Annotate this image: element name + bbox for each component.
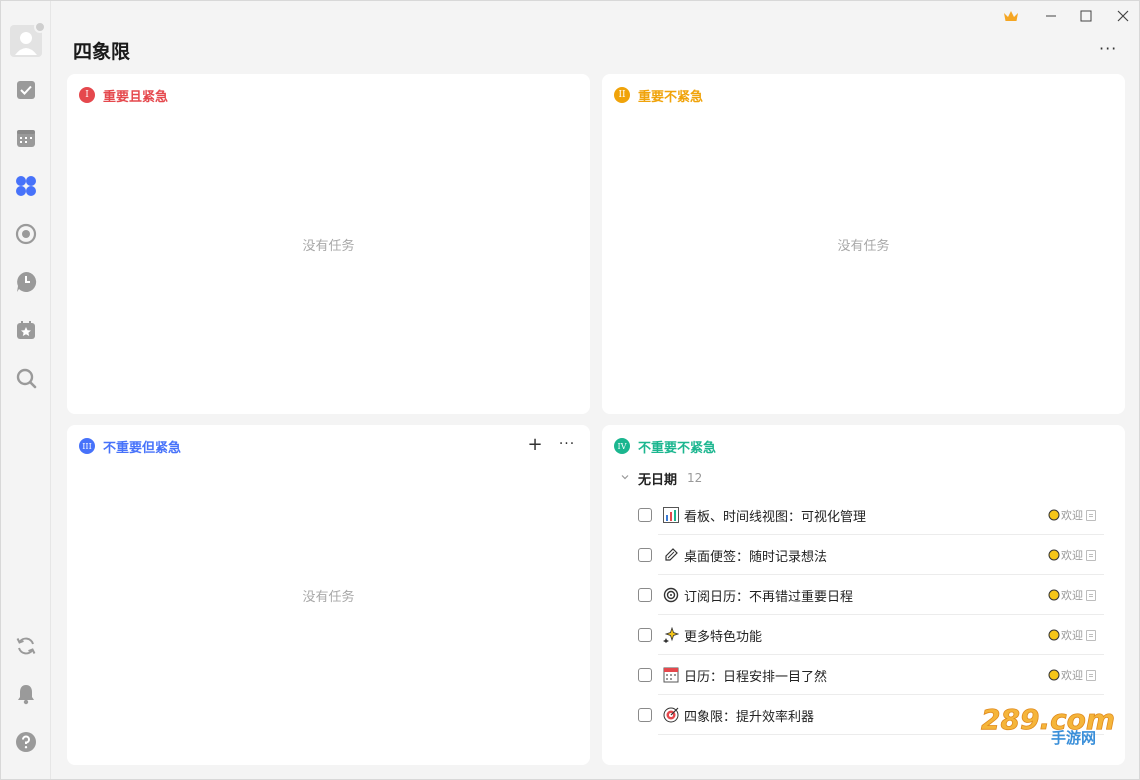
roman-numeral-badge: IV	[614, 438, 630, 454]
focus-icon[interactable]	[14, 222, 38, 246]
task-checkbox[interactable]	[638, 628, 652, 642]
roman-numeral-badge: II	[614, 87, 630, 103]
task-tag: 欢迎	[1048, 507, 1096, 523]
task-tag: 欢迎	[1048, 547, 1096, 563]
notification-bell-icon[interactable]	[14, 682, 38, 706]
tag-label: 欢迎	[1061, 629, 1083, 642]
bar-chart-icon	[662, 507, 679, 524]
note-icon	[1086, 549, 1096, 561]
task-checkbox[interactable]	[638, 588, 652, 602]
task-row[interactable]: 看板、时间线视图：可视化管理 欢迎	[638, 495, 1104, 535]
task-title: 看板、时间线视图：可视化管理	[684, 509, 867, 525]
task-checkbox[interactable]	[638, 668, 652, 682]
task-checkbox[interactable]	[638, 708, 652, 722]
task-title: 桌面便签：随时记录想法	[684, 549, 828, 565]
task-row[interactable]: 订阅日历：不再错过重要日程 欢迎	[638, 575, 1104, 615]
calendar-icon[interactable]	[14, 126, 38, 150]
tag-label: 欢迎	[1061, 549, 1083, 562]
quadrant-actions: + ···	[526, 434, 576, 455]
task-group-header[interactable]: 无日期 12	[620, 468, 702, 488]
watermark-bottom-text: 手游网	[1051, 729, 1096, 745]
empty-state-text: 没有任务	[837, 239, 890, 254]
tag-label: 欢迎	[1061, 509, 1083, 522]
quadrant-more-button[interactable]: ···	[558, 435, 576, 453]
more-options-button[interactable]: ···	[1099, 39, 1123, 59]
calendar-page-icon	[662, 667, 679, 684]
quadrant-important-urgent: I 重要且紧急 没有任务	[67, 74, 590, 414]
empty-state-text: 没有任务	[302, 239, 355, 254]
close-button[interactable]	[1112, 5, 1134, 27]
target-icon	[662, 707, 679, 724]
chevron-down-icon[interactable]	[620, 472, 632, 485]
task-row[interactable]: 日历：日程安排一目了然 欢迎	[638, 655, 1104, 695]
quadrant-title: 不重要但紧急	[103, 440, 182, 456]
empty-state-text: 没有任务	[302, 590, 355, 605]
waving-hand-icon	[1048, 629, 1060, 641]
quadrant-title: 重要不紧急	[638, 89, 704, 105]
quadrant-header[interactable]: IV 不重要不紧急	[614, 437, 717, 456]
app-window: 四象限 ··· I 重要且紧急 没有任务 II 重要不紧急 没有任务 III 不…	[0, 0, 1140, 780]
task-title: 日历：日程安排一目了然	[684, 669, 828, 685]
quadrant-icon[interactable]	[14, 174, 38, 198]
sticky-note-icon	[662, 547, 679, 564]
task-row[interactable]: 桌面便签：随时记录想法 欢迎	[638, 535, 1104, 575]
minimize-button[interactable]	[1040, 5, 1062, 27]
roman-numeral-badge: I	[79, 87, 95, 103]
task-tag: 欢迎	[1048, 627, 1096, 643]
quadrant-title: 重要且紧急	[103, 89, 169, 105]
waving-hand-icon	[1048, 669, 1060, 681]
note-icon	[1086, 629, 1096, 641]
page-title: 四象限	[73, 41, 131, 63]
task-icon[interactable]	[14, 78, 38, 102]
add-task-button[interactable]: +	[526, 434, 544, 455]
quadrant-header[interactable]: II 重要不紧急	[614, 86, 704, 105]
task-checkbox[interactable]	[638, 508, 652, 522]
tag-label: 欢迎	[1061, 589, 1083, 602]
note-icon	[1086, 669, 1096, 681]
premium-crown-icon[interactable]	[1000, 5, 1022, 27]
quadrant-header[interactable]: I 重要且紧急	[79, 86, 169, 105]
group-count: 12	[687, 471, 703, 485]
sparkle-icon	[662, 627, 679, 644]
task-title: 订阅日历：不再错过重要日程	[684, 589, 854, 605]
subscribe-icon	[662, 587, 679, 604]
habit-icon[interactable]	[14, 270, 38, 294]
waving-hand-icon	[1048, 549, 1060, 561]
waving-hand-icon	[1048, 589, 1060, 601]
roman-numeral-badge: III	[79, 438, 95, 454]
note-icon	[1086, 509, 1096, 521]
quadrant-title: 不重要不紧急	[638, 440, 717, 456]
sync-icon[interactable]	[14, 634, 38, 658]
note-icon	[1086, 589, 1096, 601]
task-tag: 欢迎	[1048, 587, 1096, 603]
sidebar	[1, 1, 51, 779]
site-watermark: 289.com 手游网	[979, 701, 1121, 747]
quadrant-important-not-urgent: II 重要不紧急 没有任务	[602, 74, 1125, 414]
premium-badge-icon	[34, 21, 46, 33]
task-row[interactable]: 更多特色功能 欢迎	[638, 615, 1104, 655]
maximize-button[interactable]	[1075, 5, 1097, 27]
quadrant-not-important-urgent: III 不重要但紧急 + ··· 没有任务	[67, 425, 590, 765]
search-icon[interactable]	[14, 366, 38, 390]
task-checkbox[interactable]	[638, 548, 652, 562]
countdown-icon[interactable]	[14, 318, 38, 342]
task-title: 更多特色功能	[684, 629, 763, 645]
task-tag: 欢迎	[1048, 667, 1096, 683]
tag-label: 欢迎	[1061, 669, 1083, 682]
waving-hand-icon	[1048, 509, 1060, 521]
quadrant-header[interactable]: III 不重要但紧急	[79, 437, 182, 456]
group-title: 无日期	[638, 472, 678, 488]
help-icon[interactable]	[14, 730, 38, 754]
